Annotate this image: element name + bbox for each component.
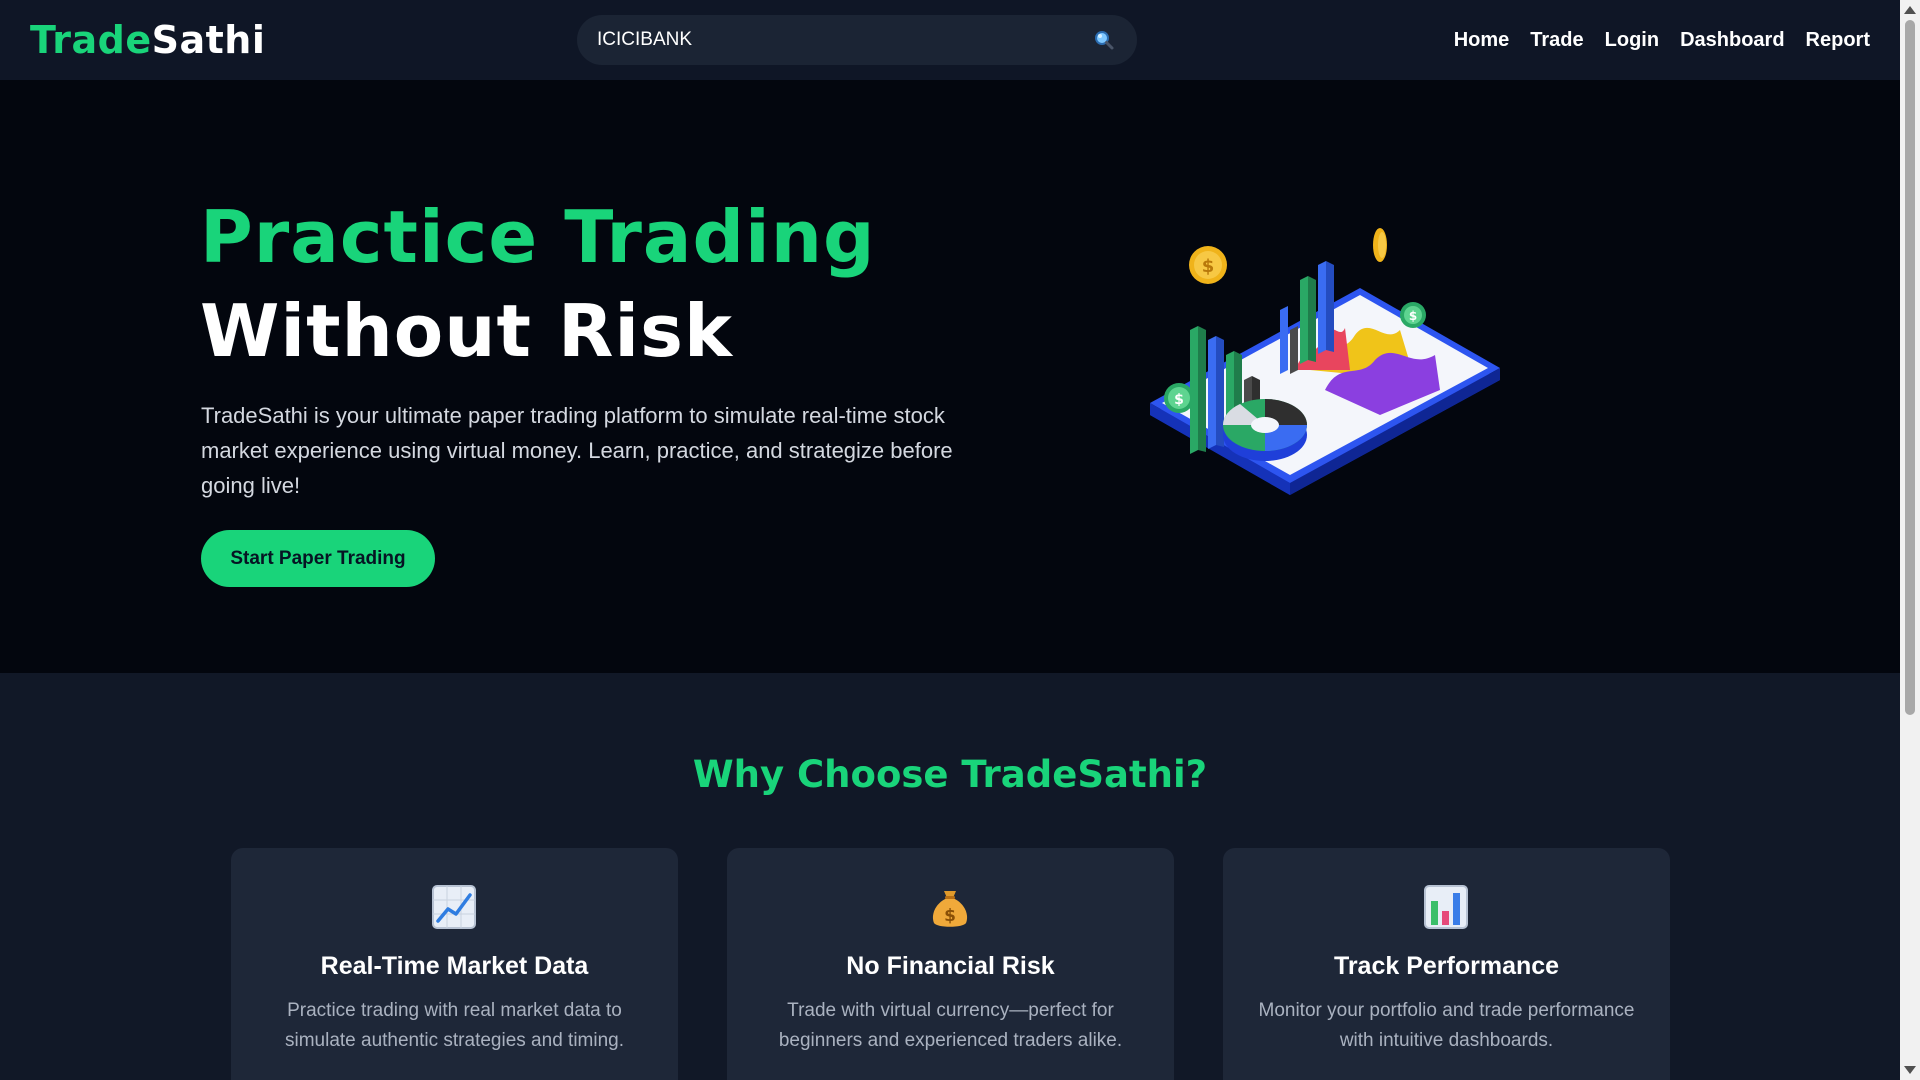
feature-card-track-performance: Track Performance Monitor your portfolio… [1223,848,1670,1080]
feature-card-no-risk: $ No Financial Risk Trade with virtual c… [727,848,1174,1080]
scrollbar-thumb[interactable] [1905,20,1915,715]
feature-title: No Financial Risk [846,952,1055,980]
feature-text: Trade with virtual currency—perfect for … [778,1000,1123,1051]
money-bag-icon: $ [926,883,974,931]
phone-charts-illustration: $ $ $ [1140,220,1510,520]
hero-section: Practice Trading Without Risk TradeSathi… [0,80,1900,673]
features-section: Why Choose TradeSathi? Real-Time Market … [0,673,1900,1080]
hero-description: TradeSathi is your ultimate paper tradin… [201,403,953,498]
hero-title: Practice Trading Without Risk [200,190,876,378]
logo-part-sathi: Sathi [151,18,266,62]
feature-text: Practice trading with real market data t… [284,1000,624,1051]
search-icon[interactable] [1091,27,1117,53]
svg-text:$: $ [944,906,956,926]
search-bar [577,15,1137,65]
top-navbar: TradeSathi Home Trade Login Dashboard Re… [0,0,1900,80]
hero-title-line-1: Practice Trading [200,195,876,279]
svg-text:$: $ [1174,392,1184,408]
chart-increasing-icon [430,883,478,931]
feature-card-real-time-data: Real-Time Market Data Practice trading w… [231,848,678,1080]
logo-part-trade: Trade [30,18,152,62]
feature-title: Real-Time Market Data [320,952,589,980]
start-paper-trading-button[interactable]: Start Paper Trading [201,530,435,587]
features-heading: Why Choose TradeSathi? [692,753,1208,796]
feature-text: Monitor your portfolio and trade perform… [1258,1000,1635,1051]
hero-title-line-2: Without Risk [200,289,733,373]
search-input[interactable] [597,29,1091,51]
scroll-up-arrow-icon[interactable] [1904,6,1916,14]
bar-chart-icon [1422,883,1470,931]
nav-trade-link[interactable]: Trade [1530,29,1583,52]
page: TradeSathi Home Trade Login Dashboard Re… [0,0,1920,1080]
main-nav: Home Trade Login Dashboard Report [1454,0,1870,80]
vertical-scrollbar[interactable] [1900,0,1920,1080]
svg-text:$: $ [1409,309,1417,323]
nav-login-link[interactable]: Login [1605,29,1659,52]
scroll-down-arrow-icon[interactable] [1904,1066,1916,1074]
nav-home-link[interactable]: Home [1454,29,1510,52]
nav-dashboard-link[interactable]: Dashboard [1680,29,1784,52]
feature-title: Track Performance [1333,952,1560,980]
logo[interactable]: TradeSathi [30,18,265,62]
svg-text:$: $ [1202,256,1215,277]
nav-report-link[interactable]: Report [1806,29,1870,52]
